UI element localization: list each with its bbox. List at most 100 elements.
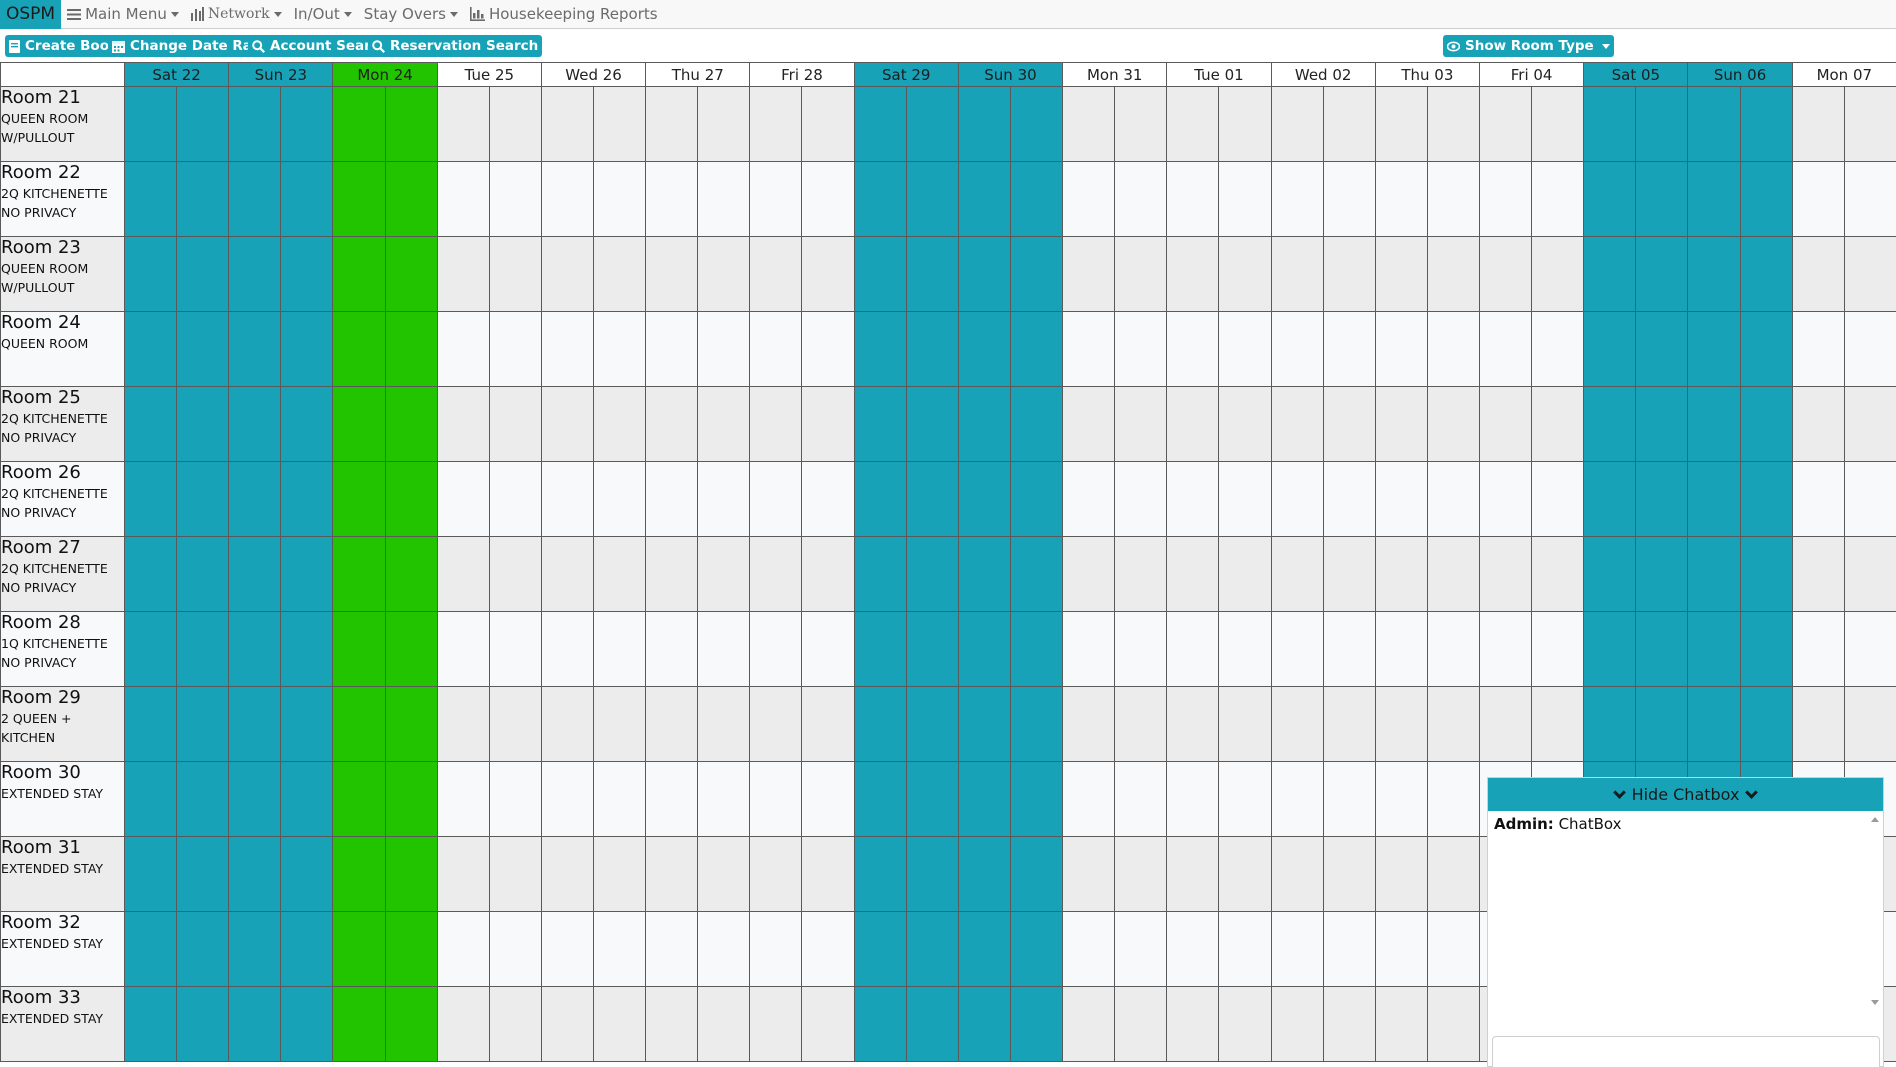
booking-cell[interactable]	[1374, 761, 1428, 837]
booking-cell[interactable]	[1374, 461, 1428, 537]
booking-cell[interactable]	[645, 461, 699, 537]
booking-cell[interactable]	[593, 461, 647, 537]
booking-cell[interactable]	[853, 536, 907, 612]
booking-cell[interactable]	[384, 686, 438, 762]
booking-cell[interactable]	[1218, 161, 1272, 237]
booking-cell[interactable]	[1114, 236, 1168, 312]
booking-cell[interactable]	[1322, 836, 1376, 912]
booking-cell[interactable]	[540, 836, 595, 912]
booking-cell[interactable]	[436, 836, 490, 912]
booking-cell[interactable]	[228, 386, 282, 462]
scroll-up-icon[interactable]	[1871, 817, 1879, 822]
booking-cell[interactable]	[176, 836, 230, 912]
booking-cell[interactable]	[801, 161, 855, 237]
booking-cell[interactable]	[697, 161, 751, 237]
booking-cell[interactable]	[176, 461, 230, 537]
booking-cell[interactable]	[1322, 911, 1376, 987]
booking-cell[interactable]	[957, 611, 1011, 687]
booking-cell[interactable]	[1687, 686, 1741, 762]
booking-cell[interactable]	[280, 986, 334, 1062]
booking-cell[interactable]	[1687, 311, 1741, 387]
booking-cell[interactable]	[1791, 161, 1845, 237]
booking-cell[interactable]	[176, 986, 230, 1062]
date-header[interactable]: Mon 24	[332, 62, 438, 87]
booking-cell[interactable]	[697, 536, 751, 612]
booking-cell[interactable]	[749, 986, 803, 1062]
booking-cell[interactable]	[1791, 386, 1845, 462]
booking-cell[interactable]	[540, 911, 595, 987]
booking-cell[interactable]	[801, 386, 855, 462]
booking-cell[interactable]	[1166, 911, 1220, 987]
booking-cell[interactable]	[436, 986, 490, 1062]
booking-cell[interactable]	[1583, 536, 1637, 612]
booking-cell[interactable]	[1218, 836, 1272, 912]
booking-cell[interactable]	[1739, 161, 1793, 237]
room-label-cell[interactable]: Room 23 QUEEN ROOM W/PULLOUT	[0, 236, 125, 312]
scroll-down-icon[interactable]	[1871, 1000, 1879, 1005]
booking-cell[interactable]	[749, 836, 803, 912]
booking-cell[interactable]	[436, 611, 490, 687]
booking-cell[interactable]	[228, 536, 282, 612]
booking-cell[interactable]	[1687, 461, 1741, 537]
date-header[interactable]: Sun 23	[228, 62, 334, 87]
booking-cell[interactable]	[1322, 311, 1376, 387]
booking-cell[interactable]	[1478, 536, 1533, 612]
booking-cell[interactable]	[1635, 311, 1689, 387]
booking-cell[interactable]	[1374, 236, 1428, 312]
booking-cell[interactable]	[645, 311, 699, 387]
booking-cell[interactable]	[1270, 836, 1324, 912]
room-label-cell[interactable]: Room 27 2Q KITCHENETTE NO PRIVACY	[0, 536, 125, 612]
booking-cell[interactable]	[853, 836, 907, 912]
date-header[interactable]: Sat 22	[123, 62, 230, 87]
booking-cell[interactable]	[1166, 161, 1220, 237]
booking-cell[interactable]	[436, 536, 490, 612]
booking-cell[interactable]	[540, 161, 595, 237]
booking-cell[interactable]	[749, 761, 803, 837]
booking-cell[interactable]	[1374, 686, 1428, 762]
booking-cell[interactable]	[1635, 86, 1689, 162]
booking-cell[interactable]	[1009, 611, 1064, 687]
booking-cell[interactable]	[1583, 611, 1637, 687]
booking-cell[interactable]	[123, 386, 178, 462]
booking-cell[interactable]	[801, 911, 855, 987]
booking-cell[interactable]	[228, 311, 282, 387]
booking-cell[interactable]	[957, 911, 1011, 987]
booking-cell[interactable]	[1322, 161, 1376, 237]
booking-cell[interactable]	[332, 686, 386, 762]
booking-cell[interactable]	[1426, 761, 1480, 837]
booking-cell[interactable]	[853, 686, 907, 762]
booking-cell[interactable]	[1218, 611, 1272, 687]
booking-cell[interactable]	[332, 761, 386, 837]
booking-cell[interactable]	[1635, 161, 1689, 237]
booking-cell[interactable]	[228, 161, 282, 237]
booking-cell[interactable]	[1739, 611, 1793, 687]
booking-cell[interactable]	[280, 761, 334, 837]
booking-cell[interactable]	[1218, 761, 1272, 837]
brand-logo[interactable]: OSPM	[0, 0, 62, 29]
booking-cell[interactable]	[436, 86, 490, 162]
booking-cell[interactable]	[123, 986, 178, 1062]
booking-cell[interactable]	[1739, 311, 1793, 387]
booking-cell[interactable]	[540, 611, 595, 687]
booking-cell[interactable]	[1635, 536, 1689, 612]
date-header[interactable]: Sun 30	[957, 62, 1064, 87]
booking-cell[interactable]	[593, 986, 647, 1062]
booking-cell[interactable]	[332, 836, 386, 912]
booking-cell[interactable]	[853, 236, 907, 312]
booking-cell[interactable]	[1218, 986, 1272, 1062]
reservation-search-button[interactable]: Reservation Search	[368, 35, 543, 57]
booking-cell[interactable]	[697, 686, 751, 762]
room-label-cell[interactable]: Room 29 2 QUEEN + KITCHEN	[0, 686, 125, 762]
booking-cell[interactable]	[749, 161, 803, 237]
booking-cell[interactable]	[384, 386, 438, 462]
booking-cell[interactable]	[801, 836, 855, 912]
booking-cell[interactable]	[1531, 236, 1585, 312]
room-label-cell[interactable]: Room 30 EXTENDED STAY	[0, 761, 125, 837]
booking-cell[interactable]	[176, 236, 230, 312]
booking-cell[interactable]	[1426, 161, 1480, 237]
booking-cell[interactable]	[1218, 386, 1272, 462]
booking-cell[interactable]	[384, 461, 438, 537]
booking-cell[interactable]	[593, 761, 647, 837]
booking-cell[interactable]	[593, 611, 647, 687]
booking-cell[interactable]	[123, 161, 178, 237]
